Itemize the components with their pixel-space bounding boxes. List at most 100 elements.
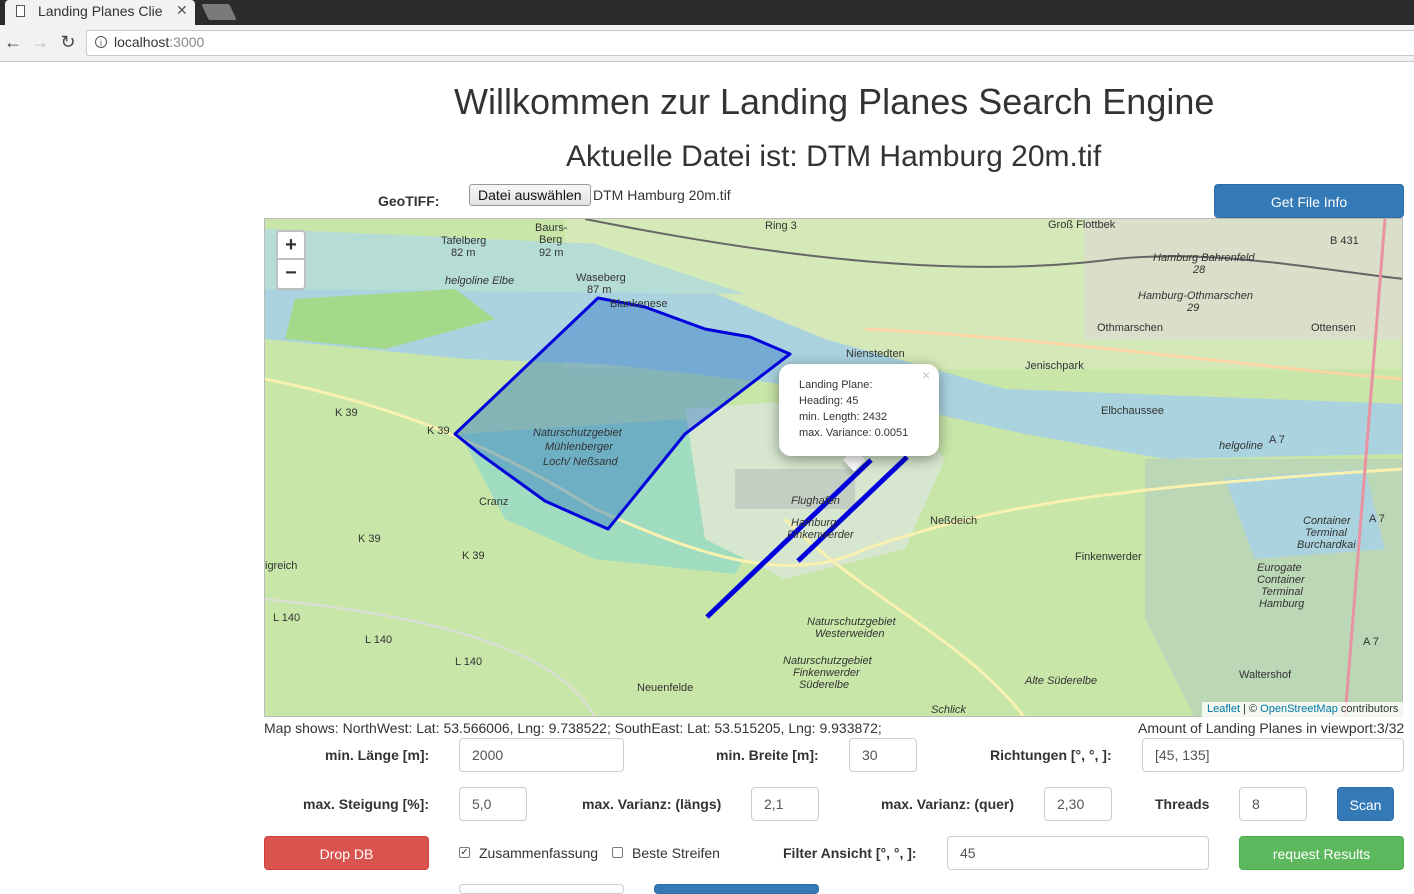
svg-text:Finkenwerder: Finkenwerder <box>787 529 855 541</box>
svg-text:Othmarschen: Othmarschen <box>1097 322 1163 334</box>
close-tab-icon[interactable]: ✕ <box>176 2 188 19</box>
max-slope-label: max. Steigung [%]: <box>303 796 430 812</box>
svg-text:Berg: Berg <box>539 234 562 246</box>
svg-text:L 140: L 140 <box>365 634 392 646</box>
tab-title: Landing Planes Clie <box>38 3 163 19</box>
svg-text:Hamburg-Othmarschen: Hamburg-Othmarschen <box>1138 290 1253 302</box>
svg-text:Naturschutzgebiet: Naturschutzgebiet <box>533 427 623 439</box>
svg-text:Naturschutzgebiet: Naturschutzgebiet <box>783 655 873 667</box>
page-title: Willkommen zur Landing Planes Search Eng… <box>454 81 1215 122</box>
svg-text:K 39: K 39 <box>427 425 450 437</box>
svg-text:Cranz: Cranz <box>479 496 508 508</box>
browser-tab[interactable]: Landing Planes Clie <box>5 0 195 25</box>
threads-label: Threads <box>1155 796 1210 812</box>
osm-link[interactable]: OpenStreetMap <box>1260 703 1338 715</box>
zoom-out-button[interactable]: − <box>276 260 306 290</box>
svg-text:helgoline: helgoline <box>1219 440 1263 452</box>
svg-text:Hamburg Bahrenfeld: Hamburg Bahrenfeld <box>1153 252 1255 264</box>
summary-checkbox[interactable]: ✓ <box>459 847 470 858</box>
summary-label: Zusammenfassung <box>479 845 599 861</box>
svg-text:Terminal: Terminal <box>1305 527 1347 539</box>
svg-text:87 m: 87 m <box>587 284 611 296</box>
svg-text:Nienstedten: Nienstedten <box>846 348 905 360</box>
svg-text:Groß Flottbek: Groß Flottbek <box>1048 219 1116 231</box>
svg-text:92 m: 92 m <box>539 247 563 259</box>
address-bar[interactable] <box>86 30 1414 56</box>
best-strips-checkbox[interactable] <box>612 847 623 858</box>
svg-text:Waseberg: Waseberg <box>576 272 626 284</box>
svg-text:igreich: igreich <box>265 560 297 572</box>
popup-close-icon[interactable]: × <box>922 367 930 383</box>
landing-plane-count: Amount of Landing Planes in viewport:3/3… <box>1138 720 1405 736</box>
min-length-input[interactable] <box>459 738 624 772</box>
svg-text:Süderelbe: Süderelbe <box>799 679 849 691</box>
svg-text:Burchardkai: Burchardkai <box>1297 539 1356 551</box>
min-length-label: min. Länge [m]: <box>325 747 430 763</box>
svg-text:L 140: L 140 <box>273 612 300 624</box>
info-icon[interactable]: i <box>95 36 107 48</box>
max-variance-long-input[interactable] <box>751 787 819 821</box>
svg-text:Blankenese: Blankenese <box>610 298 668 310</box>
svg-text:Westerweiden: Westerweiden <box>815 628 885 640</box>
max-slope-input[interactable] <box>459 787 527 821</box>
svg-text:Flughafen: Flughafen <box>791 495 840 507</box>
svg-text:Eurogate: Eurogate <box>1257 562 1302 574</box>
url-text: localhost:3000 <box>114 34 204 50</box>
svg-text:Ottensen: Ottensen <box>1311 322 1356 334</box>
next-row-button[interactable] <box>654 884 819 894</box>
svg-text:helgoline Elbe: helgoline Elbe <box>445 275 514 287</box>
choose-file-button[interactable]: Datei auswählen <box>469 184 591 206</box>
back-icon[interactable]: ← <box>3 32 23 53</box>
url-port: :3000 <box>169 34 205 50</box>
svg-text:Neuenfelde: Neuenfelde <box>637 682 693 694</box>
scan-button[interactable]: Scan <box>1337 787 1394 821</box>
svg-text:Terminal: Terminal <box>1261 586 1303 598</box>
filter-view-label: Filter Ansicht [°, °, ]: <box>783 845 917 861</box>
svg-text:Finkenwerder: Finkenwerder <box>793 667 861 679</box>
svg-text:Mühlenberger: Mühlenberger <box>545 441 614 453</box>
current-file-heading: Aktuelle Datei ist: DTM Hamburg 20m.tif <box>566 140 1102 173</box>
svg-text:Finkenwerder: Finkenwerder <box>1075 551 1142 563</box>
svg-text:A 7: A 7 <box>1269 434 1285 446</box>
svg-text:Ring 3: Ring 3 <box>765 220 797 232</box>
svg-text:Hamburg-: Hamburg- <box>791 517 840 529</box>
svg-text:K 39: K 39 <box>335 407 358 419</box>
attribution-separator: | © <box>1240 703 1261 715</box>
min-width-label: min. Breite [m]: <box>716 747 819 763</box>
svg-text:Alte Süderelbe: Alte Süderelbe <box>1024 675 1097 687</box>
max-variance-cross-input[interactable] <box>1044 787 1112 821</box>
file-name: DTM Hamburg 20m.tif <box>593 187 731 203</box>
zoom-in-button[interactable]: + <box>276 230 306 260</box>
svg-text:Tafelberg: Tafelberg <box>441 235 486 247</box>
request-results-button[interactable]: request Results <box>1239 836 1404 870</box>
directions-input[interactable] <box>1142 738 1404 772</box>
leaflet-link[interactable]: Leaflet <box>1207 703 1240 715</box>
url-host: localhost <box>114 34 170 50</box>
svg-text:B 431: B 431 <box>1330 235 1359 247</box>
svg-text:Container: Container <box>1303 515 1352 527</box>
min-width-input[interactable] <box>849 738 917 772</box>
map-tiles: Tafelberg 82 m Baurs- Berg 92 m Waseberg… <box>265 219 1402 716</box>
max-variance-cross-label: max. Varianz: (quer) <box>881 796 1015 812</box>
threads-input[interactable] <box>1239 787 1307 821</box>
reload-icon[interactable]: ↻ <box>58 32 78 53</box>
popup-title: Landing Plane: <box>799 379 873 391</box>
svg-text:Waltershof: Waltershof <box>1239 669 1292 681</box>
forward-icon[interactable]: → <box>30 32 50 53</box>
landing-plane-popup: Landing Plane: Heading: 45 min. Length: … <box>779 364 939 456</box>
popup-min-length: min. Length: 2432 <box>799 411 888 423</box>
geotiff-label: GeoTIFF: <box>378 193 440 209</box>
map[interactable]: Tafelberg 82 m Baurs- Berg 92 m Waseberg… <box>264 218 1403 717</box>
attribution-suffix: contributors <box>1337 703 1399 715</box>
svg-text:K 39: K 39 <box>462 550 485 562</box>
drop-db-button[interactable]: Drop DB <box>264 836 429 870</box>
map-attribution: Leaflet | © OpenStreetMap contributors <box>1202 702 1404 717</box>
svg-text:L 140: L 140 <box>455 656 482 668</box>
next-row-input[interactable] <box>459 884 624 894</box>
svg-text:Naturschutzgebiet: Naturschutzgebiet <box>807 616 897 628</box>
get-file-info-button[interactable]: Get File Info <box>1214 184 1404 218</box>
svg-text:A 7: A 7 <box>1369 513 1385 525</box>
filter-view-input[interactable] <box>947 836 1209 870</box>
svg-text:Schlick: Schlick <box>931 704 966 716</box>
svg-text:Container: Container <box>1257 574 1306 586</box>
